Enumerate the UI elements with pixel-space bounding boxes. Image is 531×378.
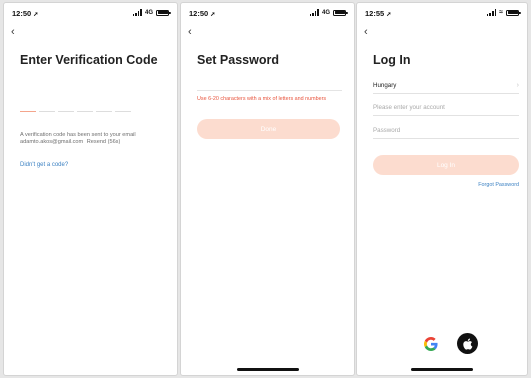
chevron-right-icon: › [516, 81, 519, 89]
code-digit-box[interactable] [77, 106, 93, 112]
signal-icon [486, 9, 497, 16]
country-value: Hungary [373, 81, 397, 89]
battery-icon [333, 9, 348, 16]
done-button[interactable]: Done [197, 119, 340, 139]
home-indicator [411, 368, 473, 371]
login-button[interactable]: Log In [373, 155, 519, 175]
account-input[interactable]: Please enter your account [373, 99, 519, 116]
status-time: 12:50 ➚ [12, 9, 39, 18]
location-arrow-icon: ➚ [33, 12, 39, 18]
status-bar: 12:55 ➚ ≈ [365, 9, 521, 19]
login-screen: 12:55 ➚ ≈ ‹ Log In Hungary › Please enter… [356, 2, 528, 376]
country-selector[interactable]: Hungary › [373, 77, 519, 94]
location-arrow-icon: ➚ [386, 12, 392, 18]
password-hint: Use 6-20 characters with a mix of letter… [197, 96, 327, 102]
battery-icon [506, 9, 521, 16]
code-digit-box[interactable] [20, 106, 36, 112]
code-digit-box[interactable] [39, 106, 55, 112]
password-placeholder: Password [373, 126, 401, 134]
no-code-link[interactable]: Didn't get a code? [20, 162, 68, 168]
resend-button[interactable]: Resend (56s) [87, 139, 121, 145]
back-button[interactable]: ‹ [188, 27, 192, 38]
page-title: Set Password [197, 53, 279, 67]
code-digit-box[interactable] [96, 106, 112, 112]
status-bar: 12:50 ➚ 4G [189, 9, 348, 19]
apple-login-button[interactable] [457, 333, 478, 354]
verification-screen: 12:50 ➚ 4G ‹ Enter Verification Code A ve… [3, 2, 178, 376]
code-digit-box[interactable] [58, 106, 74, 112]
page-title: Log In [373, 53, 411, 67]
battery-icon [156, 9, 171, 16]
back-button[interactable]: ‹ [11, 27, 15, 38]
wifi-icon: ≈ [499, 9, 503, 16]
home-indicator [236, 368, 299, 371]
account-placeholder: Please enter your account [373, 103, 445, 111]
signal-icon [309, 9, 319, 16]
apple-icon [463, 337, 473, 350]
set-password-screen: 12:50 ➚ 4G ‹ Set Password Use 6-20 charac… [180, 2, 355, 376]
password-input[interactable] [197, 90, 342, 91]
back-button[interactable]: ‹ [364, 27, 368, 38]
network-type: 4G [144, 9, 153, 16]
verification-info: A verification code has been sent to you… [20, 132, 170, 146]
page-title: Enter Verification Code [20, 53, 158, 67]
signal-icon [132, 9, 142, 16]
location-arrow-icon: ➚ [210, 12, 216, 18]
status-time: 12:50 ➚ [189, 9, 216, 18]
password-input[interactable]: Password [373, 122, 519, 139]
status-bar: 12:50 ➚ 4G [12, 9, 171, 19]
forgot-password-link[interactable]: Forgot Password [478, 182, 519, 188]
code-digit-box[interactable] [115, 106, 131, 112]
verification-code-input[interactable] [20, 106, 131, 112]
google-icon [423, 336, 438, 351]
network-type: 4G [321, 9, 330, 16]
google-login-button[interactable] [420, 333, 441, 354]
status-time: 12:55 ➚ [365, 9, 392, 18]
